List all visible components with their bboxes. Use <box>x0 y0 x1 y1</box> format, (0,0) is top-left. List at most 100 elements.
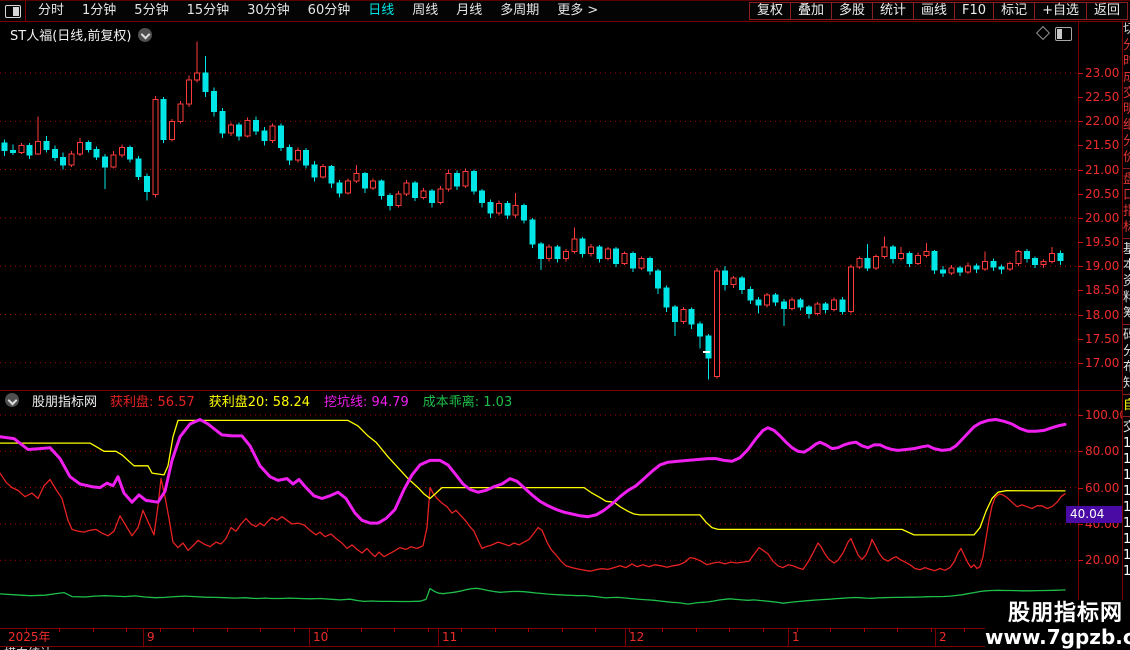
strip-item-32[interactable]: 1 <box>1123 484 1130 500</box>
action-menu: 复权 叠加 多股 统计 画线 F10 标记 +自选 返回 <box>748 2 1128 20</box>
indicator-chart[interactable] <box>0 410 1078 628</box>
title-dropdown-icon[interactable] <box>138 27 153 42</box>
period-item-月线[interactable]: 月线 <box>447 1 491 21</box>
date-tick <box>260 628 262 632</box>
date-tick <box>494 628 496 632</box>
date-tick <box>427 628 429 632</box>
candle-down <box>60 157 67 166</box>
strip-item-4[interactable]: 交 <box>1123 86 1130 102</box>
strip-item-21[interactable]: 码 <box>1123 328 1130 344</box>
panel-layout-icon[interactable] <box>1055 27 1072 41</box>
candle-up <box>512 204 519 216</box>
action-button-F10[interactable]: F10 <box>954 2 995 20</box>
strip-item-23[interactable]: 布 <box>1123 360 1130 376</box>
period-item-5分钟[interactable]: 5分钟 <box>125 1 177 21</box>
current-value-badge: 40.04 <box>1066 505 1122 523</box>
candle-up <box>881 246 888 258</box>
candle-down <box>470 171 477 192</box>
strip-item-13[interactable]: 标 <box>1123 220 1130 236</box>
candle-down <box>537 243 544 259</box>
strip-item-0[interactable]: 切 <box>1123 22 1130 38</box>
strip-item-22[interactable]: 分 <box>1123 344 1130 360</box>
strip-item-1[interactable]: 分 <box>1123 38 1130 54</box>
strip-item-17[interactable]: 资 <box>1123 274 1130 290</box>
action-button-多股[interactable]: 多股 <box>830 2 873 20</box>
period-item-30分钟[interactable]: 30分钟 <box>238 1 299 21</box>
strip-item-26[interactable]: 自 <box>1123 398 1130 414</box>
candle-down <box>990 260 997 268</box>
strip-item-7[interactable]: 分 <box>1123 134 1130 150</box>
period-item-日线[interactable]: 日线 <box>359 1 403 21</box>
month-separator <box>438 628 439 647</box>
strip-item-2[interactable]: 时 <box>1123 54 1130 70</box>
candle-down <box>102 156 109 168</box>
period-item-周线[interactable]: 周线 <box>403 1 447 21</box>
strip-item-18[interactable]: 料 <box>1123 290 1130 306</box>
month-separator <box>309 628 310 647</box>
price-label-21.00: 21.00 <box>1085 162 1120 177</box>
layout-toggle-button[interactable] <box>0 1 26 21</box>
strip-item-6[interactable]: 细 <box>1123 118 1130 134</box>
strip-item-15[interactable]: 基 <box>1123 242 1130 258</box>
action-button-统计[interactable]: 统计 <box>872 2 915 20</box>
candle-down <box>51 148 58 159</box>
candle-down <box>1032 257 1039 265</box>
indicator-source-label: 股朋指标网 <box>32 394 98 410</box>
strip-item-24[interactable]: 知 <box>1123 376 1130 392</box>
candle-down <box>671 306 678 322</box>
chart-title-row[interactable]: ST人福(日线,前复权) <box>10 25 153 44</box>
strip-item-11[interactable]: 口 <box>1123 188 1130 204</box>
strip-item-31[interactable]: 1 <box>1123 468 1130 484</box>
strip-item-19[interactable]: 筹 <box>1123 306 1130 322</box>
period-item-多周期[interactable]: 多周期 <box>491 1 548 21</box>
candle-down <box>529 219 536 245</box>
candle-down <box>219 111 226 134</box>
period-item-分时[interactable]: 分时 <box>29 1 73 21</box>
page-title: ST人福(日线,前复权) <box>10 29 132 44</box>
strip-item-36[interactable]: 1 <box>1123 548 1130 564</box>
strip-item-33[interactable]: 1 <box>1123 500 1130 516</box>
strip-item-28[interactable]: 交 <box>1123 420 1130 436</box>
candle-down <box>479 190 486 203</box>
action-button-标记[interactable]: 标记 <box>993 2 1036 20</box>
candle-down <box>738 277 745 290</box>
candle-up <box>730 277 737 286</box>
strip-item-37[interactable]: 1 <box>1123 564 1130 580</box>
strip-item-5[interactable]: 明 <box>1123 102 1130 118</box>
indicator-label-60.00: 60.00 <box>1085 480 1120 495</box>
candle-up <box>345 180 352 194</box>
strip-item-29[interactable]: 1 <box>1123 436 1130 452</box>
right-sidebar-strip[interactable]: 切分时成交明细分价盘口指标基本资料筹码分布知自交111111111 <box>1122 22 1130 650</box>
candle-down <box>428 190 435 203</box>
period-item-更多 >[interactable]: 更多 > <box>548 1 607 21</box>
bottom-separator <box>0 646 1122 647</box>
strip-item-35[interactable]: 1 <box>1123 532 1130 548</box>
action-button-复权[interactable]: 复权 <box>748 2 791 20</box>
indicator-label-20.00: 20.00 <box>1085 553 1120 568</box>
candle-up <box>35 141 42 155</box>
price-label-21.50: 21.50 <box>1085 138 1120 153</box>
indicator-header: 股朋指标网 获利盘: 56.57 获利盘20: 58.24 挖坑线: 94.79 成本… <box>5 391 512 410</box>
candle-down <box>135 158 142 177</box>
strip-item-34[interactable]: 1 <box>1123 516 1130 532</box>
action-button-+自选[interactable]: +自选 <box>1034 2 1087 20</box>
period-item-15分钟[interactable]: 15分钟 <box>178 1 239 21</box>
action-button-叠加[interactable]: 叠加 <box>789 2 832 20</box>
strip-item-8[interactable]: 价 <box>1123 150 1130 166</box>
action-button-返回[interactable]: 返回 <box>1085 2 1128 20</box>
strip-item-10[interactable]: 盘 <box>1123 172 1130 188</box>
period-item-60分钟[interactable]: 60分钟 <box>299 1 360 21</box>
axis-tick <box>1078 487 1083 489</box>
strip-item-16[interactable]: 本 <box>1123 258 1130 274</box>
strip-item-12[interactable]: 指 <box>1123 204 1130 220</box>
candlestick-chart[interactable] <box>0 22 1078 390</box>
candle-down <box>780 301 787 310</box>
candle-down <box>596 246 603 259</box>
indicator-line-挖坑线 <box>0 418 1067 525</box>
candle-up <box>18 144 25 154</box>
indicator-dropdown-icon[interactable] <box>5 393 19 407</box>
strip-item-3[interactable]: 成 <box>1123 70 1130 86</box>
action-button-画线[interactable]: 画线 <box>913 2 956 20</box>
period-item-1分钟[interactable]: 1分钟 <box>73 1 125 21</box>
strip-item-30[interactable]: 1 <box>1123 452 1130 468</box>
